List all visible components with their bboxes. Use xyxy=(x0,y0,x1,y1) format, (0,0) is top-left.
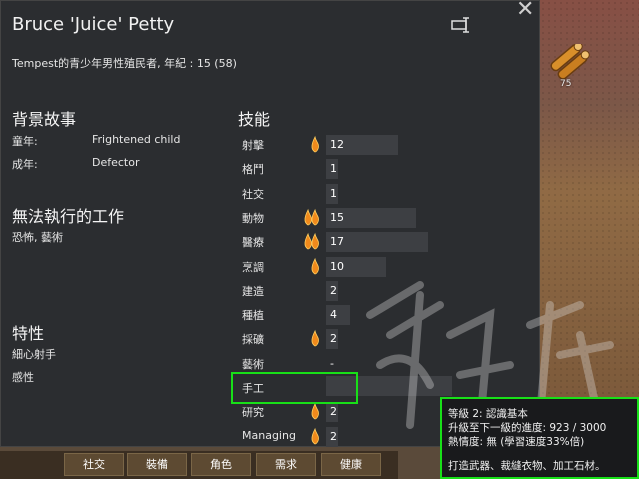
tab-character[interactable]: 角色 xyxy=(191,453,251,476)
flame-icon xyxy=(304,208,319,226)
colonist-name: Bruce 'Juice' Petty xyxy=(12,14,175,35)
tooltip-description: 打造武器、裁縫衣物、加工石材。 xyxy=(448,460,606,472)
skill-level: 1 xyxy=(330,162,337,176)
skill-row[interactable]: 動物 15 xyxy=(242,207,502,228)
rename-icon[interactable] xyxy=(451,16,473,34)
skill-name: 建造 xyxy=(242,284,264,298)
skill-level: 1 xyxy=(330,186,337,200)
close-icon[interactable]: ✕ xyxy=(516,0,534,21)
skill-name: 動物 xyxy=(242,211,264,225)
incapable-heading: 無法執行的工作 xyxy=(12,207,125,226)
backstory-heading: 背景故事 xyxy=(12,110,77,129)
crafting-highlight xyxy=(231,372,358,404)
colonist-subtitle: Tempest的青少年男性殖民者, 年紀 : 15 (58) xyxy=(12,57,237,70)
skill-level: - xyxy=(330,356,334,370)
skill-level: 2 xyxy=(330,332,337,346)
skill-row[interactable]: 社交 1 xyxy=(242,183,502,204)
traits-heading: 特性 xyxy=(12,324,45,343)
tooltip-passion: 熱情度: 無 (學習速度33%倍) xyxy=(448,436,585,448)
adulthood-label: 成年: xyxy=(12,158,38,171)
skill-level: 17 xyxy=(330,235,344,249)
skill-tooltip: 等級 2: 認識基本 升級至下一級的進度: 923 / 3000 熱情度: 無 … xyxy=(440,397,639,479)
tab-needs[interactable]: 需求 xyxy=(256,453,316,476)
tab-gear[interactable]: 裝備 xyxy=(127,453,187,476)
tooltip-level: 等級 2: 認識基本 xyxy=(448,408,528,420)
skill-name: 研究 xyxy=(242,406,264,420)
tab-health[interactable]: 健康 xyxy=(321,453,381,476)
flame-icon xyxy=(311,427,319,444)
skill-name: 種植 xyxy=(242,309,264,323)
skill-name: 藝術 xyxy=(242,357,264,371)
skill-name: 烹調 xyxy=(242,260,264,274)
skill-level: 2 xyxy=(330,283,337,297)
skill-row[interactable]: 醫療 17 xyxy=(242,231,502,253)
flame-icon xyxy=(311,330,319,347)
skill-name: 格鬥 xyxy=(242,163,264,177)
flame-icon xyxy=(311,403,319,420)
trait-item[interactable]: 細心射手 xyxy=(12,346,56,362)
childhood-label: 童年: xyxy=(12,135,38,148)
skill-level: 2 xyxy=(330,429,337,443)
skill-name: 醫療 xyxy=(242,236,264,250)
skill-row[interactable]: 烹調 10 xyxy=(242,256,502,277)
skill-level: 12 xyxy=(330,138,344,151)
skill-level: 10 xyxy=(330,259,344,273)
flame-icon xyxy=(311,135,319,153)
tooltip-progress: 升級至下一級的進度: 923 / 3000 xyxy=(448,422,607,434)
skill-row[interactable]: 格鬥 1 xyxy=(242,158,502,180)
skill-name: Managing xyxy=(242,428,296,442)
skill-level: 15 xyxy=(330,210,344,224)
skill-name: 採礦 xyxy=(242,333,264,347)
childhood-value[interactable]: Frightened child xyxy=(92,133,180,146)
flame-icon xyxy=(304,232,319,250)
skill-level: 4 xyxy=(330,308,337,322)
tab-social[interactable]: 社交 xyxy=(64,453,124,476)
skill-level: 2 xyxy=(330,405,337,419)
stack-count: 75 xyxy=(560,79,572,89)
skill-name: 社交 xyxy=(242,187,264,201)
wood-logs-icon[interactable] xyxy=(548,44,590,80)
trait-item[interactable]: 感性 xyxy=(12,369,34,385)
flame-icon xyxy=(311,257,319,274)
skill-row[interactable]: 射擊 12 xyxy=(242,134,502,155)
skills-heading: 技能 xyxy=(238,110,271,129)
incapable-value: 恐怖, 藝術 xyxy=(12,231,63,244)
skill-name: 射擊 xyxy=(242,139,264,152)
adulthood-value[interactable]: Defector xyxy=(92,156,140,169)
